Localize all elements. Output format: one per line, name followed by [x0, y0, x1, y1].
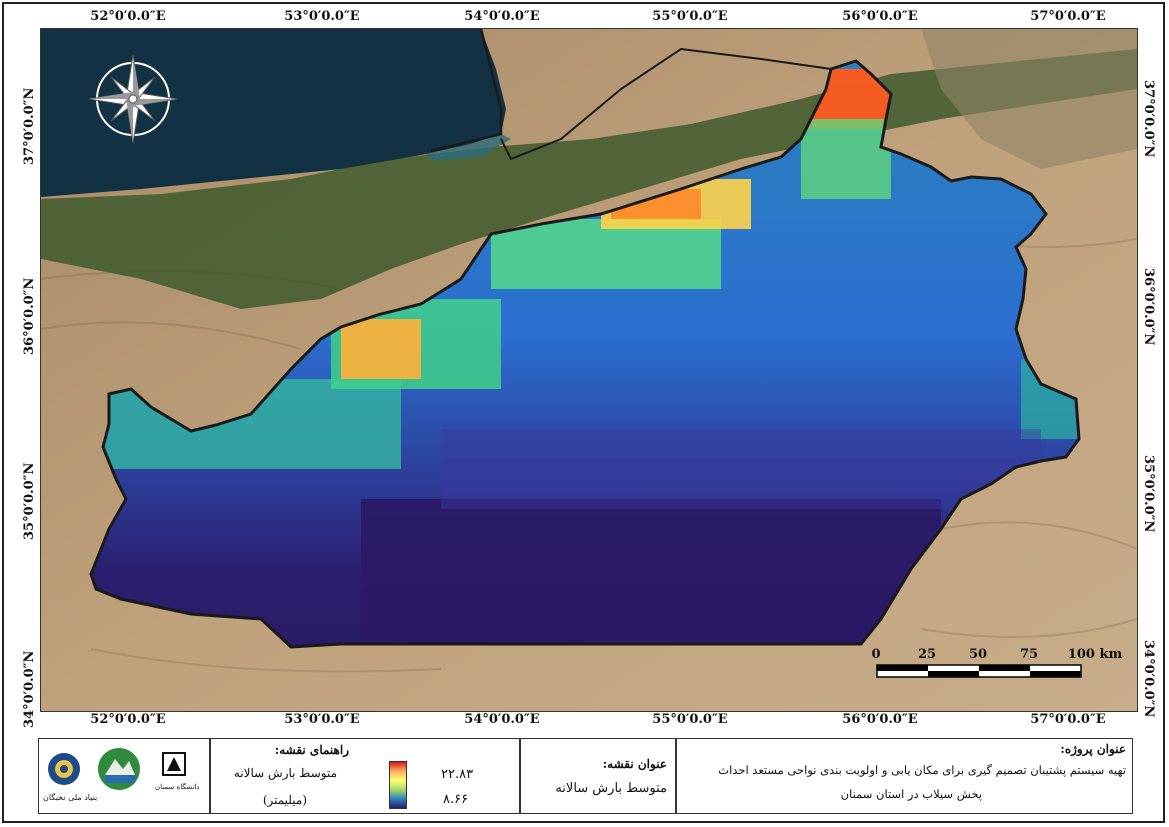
map-title-label: عنوان نقشه:	[602, 757, 667, 771]
lat-label-right: 37°0′0.0″N	[1141, 80, 1156, 158]
nokhbegan-logo-text: بنیاد ملی نخبگان	[43, 793, 98, 802]
lon-label-top: 56°0′0.0″E	[842, 9, 918, 24]
project-line1: تهیه سیستم پشتیبان تصمیم گیری برای مکان …	[718, 763, 1126, 777]
lat-label-left: 37°0′0.0″N	[22, 87, 37, 165]
emblem-logo-icon	[96, 746, 142, 792]
lat-label-left: 34°0′0.0″N	[22, 650, 37, 728]
lon-label-top: 53°0′0.0″E	[284, 9, 360, 24]
legend-max: ۲۲.۸۳	[441, 767, 474, 782]
project-line2: پخش سیلاب در استان سمنان	[840, 787, 982, 801]
legend-color-ramp	[389, 761, 407, 809]
logos-panel: بنیاد ملی نخبگان دانشگاه سمنان	[38, 738, 210, 814]
project-panel: عنوان پروژه: تهیه سیستم پشتیبان تصمیم گی…	[676, 738, 1133, 814]
lon-label-top: 55°0′0.0″E	[652, 9, 728, 24]
lon-label-bottom: 57°0′0.0″E	[1030, 712, 1106, 727]
scalebar-label: 75	[1019, 647, 1039, 662]
lon-label-top: 54°0′0.0″E	[464, 9, 540, 24]
legend-min: ۸.۶۶	[443, 792, 469, 807]
scalebar	[876, 664, 1082, 678]
legend-unit: (میلیمتر)	[262, 793, 307, 807]
project-label: عنوان پروژه:	[1060, 742, 1126, 756]
lon-label-bottom: 55°0′0.0″E	[652, 712, 728, 727]
legend-title: راهنمای نقشه:	[274, 743, 349, 757]
map-title-panel: عنوان نقشه: متوسط بارش سالانه	[520, 738, 676, 814]
legend-panel: راهنمای نقشه: متوسط بارش سالانه (میلیمتر…	[210, 738, 520, 814]
scalebar-label: 50	[968, 647, 988, 662]
lon-label-top: 57°0′0.0″E	[1030, 9, 1106, 24]
lat-label-left: 36°0′0.0″N	[22, 277, 37, 355]
map-title-value: متوسط بارش سالانه	[555, 781, 667, 796]
lat-label-right: 36°0′0.0″N	[1141, 268, 1156, 346]
university-logo-icon	[162, 752, 186, 776]
map-svg	[41, 29, 1137, 711]
lon-label-bottom: 53°0′0.0″E	[284, 712, 360, 727]
legend-item-label: متوسط بارش سالانه	[233, 766, 337, 780]
lon-label-bottom: 54°0′0.0″E	[464, 712, 540, 727]
scalebar-label: 25	[917, 647, 937, 662]
map-canvas[interactable]	[40, 28, 1138, 712]
lat-label-left: 35°0′0.0″N	[22, 462, 37, 540]
university-logo-text: دانشگاه سمنان	[155, 783, 200, 791]
nokhbegan-logo-icon	[48, 753, 80, 785]
scalebar-label: 0	[871, 647, 881, 662]
scalebar-label: 100 km	[1067, 647, 1123, 662]
lat-label-right: 35°0′0.0″N	[1141, 455, 1156, 533]
lon-label-bottom: 52°0′0.0″E	[90, 712, 166, 727]
lat-label-right: 34°0′0.0″N	[1141, 640, 1156, 718]
lon-label-top: 52°0′0.0″E	[90, 9, 166, 24]
lon-label-bottom: 56°0′0.0″E	[842, 712, 918, 727]
